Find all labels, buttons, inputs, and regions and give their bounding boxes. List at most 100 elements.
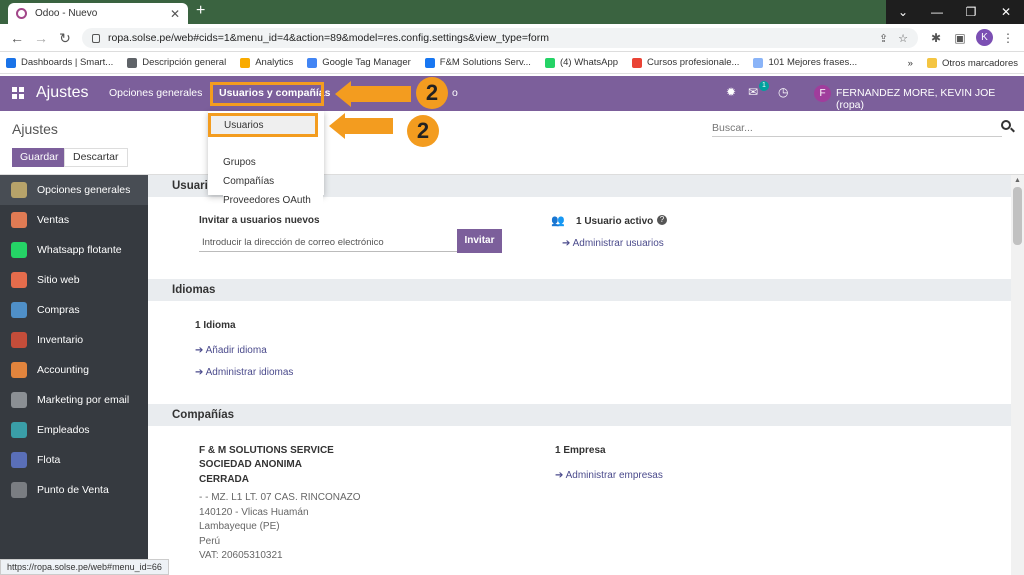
company-address-line: Lambayeque (PE) (199, 521, 280, 532)
chat-icon[interactable]: ✉ (748, 85, 758, 99)
bookmark-item[interactable]: 101 Mejores frases... (753, 57, 857, 68)
bookmark-item[interactable]: Descripción general (127, 57, 226, 68)
fleet-app-icon (11, 452, 27, 468)
bookmark-icon (632, 57, 643, 68)
bookmark-item[interactable]: F&M Solutions Serv... (424, 57, 531, 68)
accounting-app-icon (11, 362, 27, 378)
manage-companies-link[interactable]: ➔ Administrar empresas (555, 470, 663, 481)
add-language-label: Añadir idioma (205, 345, 267, 356)
search-input[interactable] (712, 119, 1002, 137)
bookmark-icon (127, 57, 138, 68)
page-title: Ajustes (12, 121, 58, 137)
sidebar-item-pos[interactable]: Punto de Venta (0, 475, 148, 505)
sidebar-item-whatsapp[interactable]: Whatsapp flotante (0, 235, 148, 265)
pos-app-icon (11, 482, 27, 498)
clock-icon[interactable]: ◷ (778, 85, 788, 99)
sidebar-item-label: Punto de Venta (37, 484, 109, 496)
help-icon[interactable]: ? (657, 215, 667, 225)
user-avatar[interactable]: F (814, 85, 831, 102)
employees-app-icon (11, 422, 27, 438)
sidebar-item-fleet[interactable]: Flota (0, 445, 148, 475)
app-brand[interactable]: Ajustes (36, 84, 88, 102)
bookmark-item[interactable]: Dashboards | Smart... (6, 57, 113, 68)
bookmark-item[interactable]: Analytics (240, 57, 293, 68)
sidepanel-icon[interactable]: ▣ (952, 30, 968, 46)
chevron-right-icon[interactable]: » (908, 58, 913, 69)
reload-icon[interactable]: ↻ (56, 29, 74, 47)
arrow-right-icon: ➔ (195, 367, 206, 378)
chevron-down-icon[interactable]: ⌄ (886, 0, 920, 24)
user-name[interactable]: FERNANDEZ MORE, KEVIN JOE (ropa) (836, 87, 1024, 111)
window-close-icon[interactable]: ✕ (988, 0, 1024, 24)
bookmark-label: Google Tag Manager (322, 57, 411, 68)
manage-languages-link[interactable]: ➔ Administrar idiomas (195, 367, 293, 378)
sidebar-item-label: Whatsapp flotante (37, 244, 122, 256)
star-icon[interactable]: ☆ (898, 32, 908, 45)
menu-kebab-icon[interactable]: ⋮ (1000, 30, 1016, 46)
sidebar-item-label: Sitio web (37, 274, 80, 286)
save-button[interactable]: Guardar (12, 148, 67, 167)
sidebar-item-label: Empleados (37, 424, 90, 436)
annotation-step-badge: 2 (407, 115, 439, 147)
dropdown-item-companies[interactable]: Compañías (223, 176, 274, 187)
bookmark-item[interactable]: Cursos profesionale... (632, 57, 739, 68)
sidebar-item-accounting[interactable]: Accounting (0, 355, 148, 385)
bookmark-label: (4) WhatsApp (559, 57, 619, 68)
bookmark-item[interactable]: Google Tag Manager (307, 57, 411, 68)
manage-languages-label: Administrar idiomas (205, 367, 294, 378)
settings-sidebar: Opciones generales Ventas Whatsapp flota… (0, 175, 148, 575)
bug-icon[interactable]: ✹ (726, 85, 736, 99)
minimize-icon[interactable]: — (920, 0, 954, 24)
other-bookmarks[interactable]: » Otros marcadores (899, 52, 1018, 73)
address-bar-row: ← → ↻ ropa.solse.pe/web#cids=1&menu_id=4… (0, 24, 1024, 52)
scroll-up-icon[interactable]: ▲ (1014, 177, 1021, 184)
bookmark-label: Cursos profesionale... (647, 57, 740, 68)
extensions-icon[interactable]: ✱ (928, 30, 944, 46)
company-vat: VAT: 20605310321 (199, 550, 283, 561)
scroll-thumb[interactable] (1013, 187, 1022, 245)
dropdown-item-groups[interactable]: Grupos (223, 157, 256, 168)
dropdown-item-oauth[interactable]: Proveedores OAuth (223, 195, 323, 206)
content-scrollbar[interactable]: ▲ (1011, 175, 1024, 575)
back-arrow-icon[interactable]: ← (8, 29, 26, 47)
inventory-app-icon (11, 332, 27, 348)
add-language-link[interactable]: ➔ Añadir idioma (195, 345, 267, 356)
forward-arrow-icon[interactable]: → (32, 29, 50, 47)
manage-users-link[interactable]: ➔ Administrar usuarios (562, 238, 664, 249)
url-field[interactable]: ropa.solse.pe/web#cids=1&menu_id=4&actio… (82, 28, 918, 48)
website-app-icon (11, 272, 27, 288)
bookmark-label: Descripción general (142, 57, 227, 68)
sidebar-item-inventory[interactable]: Inventario (0, 325, 148, 355)
sidebar-item-purchase[interactable]: Compras (0, 295, 148, 325)
company-address-line: 140120 - Vlicas Huamán (199, 507, 309, 518)
manage-companies-label: Administrar empresas (565, 470, 663, 481)
active-users-count: 1 Usuario activo (576, 216, 654, 227)
sidebar-item-label: Inventario (37, 334, 84, 346)
sidebar-item-website[interactable]: Sitio web (0, 265, 148, 295)
apps-grid-icon[interactable] (12, 87, 24, 99)
close-icon[interactable]: ✕ (170, 7, 180, 21)
profile-avatar[interactable]: K (976, 29, 993, 46)
browser-tab[interactable]: Odoo - Nuevo ✕ (8, 3, 188, 24)
sidebar-item-sales[interactable]: Ventas (0, 205, 148, 235)
menu-item-partial[interactable]: o (452, 87, 458, 99)
dropdown-item-users[interactable]: Usuarios (208, 113, 318, 137)
other-bookmarks-label: Otros marcadores (941, 57, 1018, 69)
discard-button[interactable]: Descartar (64, 148, 128, 167)
search-icon[interactable] (1001, 120, 1011, 130)
new-tab-plus-icon[interactable]: + (196, 2, 205, 20)
sidebar-item-label: Accounting (37, 364, 89, 376)
sidebar-item-employees[interactable]: Empleados (0, 415, 148, 445)
annotation-step-badge: 2 (416, 77, 448, 109)
email-marketing-app-icon (11, 392, 27, 408)
sidebar-item-email-marketing[interactable]: Marketing por email (0, 385, 148, 415)
email-field[interactable] (199, 234, 457, 252)
bookmark-item[interactable]: (4) WhatsApp (544, 57, 619, 68)
restore-icon[interactable]: ❐ (954, 0, 988, 24)
menu-general-settings[interactable]: Opciones generales (109, 87, 202, 99)
sidebar-item-general[interactable]: Opciones generales (0, 175, 148, 205)
arrow-right-icon: ➔ (555, 470, 566, 481)
share-icon[interactable]: ⇪ (879, 32, 888, 45)
invite-button[interactable]: Invitar (457, 229, 502, 253)
companies-count: 1 Empresa (555, 445, 606, 456)
